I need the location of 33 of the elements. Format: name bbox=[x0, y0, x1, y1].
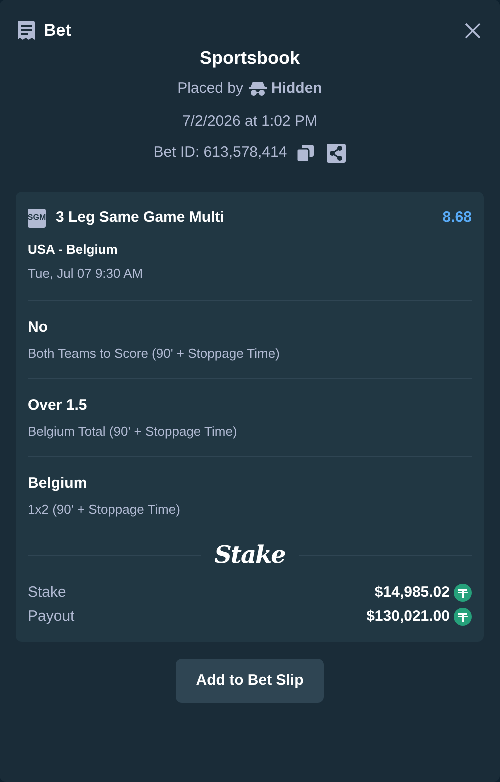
share-icon bbox=[330, 146, 344, 160]
bet-type-title: 3 Leg Same Game Multi bbox=[56, 208, 224, 228]
total-amount: $130,021.00 bbox=[366, 606, 450, 627]
bet-id: Bet ID: 613,578,414 bbox=[154, 142, 288, 163]
leg-market: Both Teams to Score (90' + Stoppage Time) bbox=[28, 345, 281, 363]
leg-selection: No bbox=[28, 318, 49, 338]
event-name: USA - Belgium bbox=[28, 241, 119, 259]
close-icon bbox=[465, 23, 481, 39]
total-label: Stake bbox=[28, 582, 66, 603]
leg-market: 1x2 (90' + Stoppage Time) bbox=[28, 501, 182, 519]
placed-by-label: Placed by bbox=[178, 78, 244, 99]
add-to-bet-slip-button[interactable]: Add to Bet Slip bbox=[176, 659, 324, 703]
copy-button[interactable] bbox=[297, 144, 316, 162]
bet-odds: 8.68 bbox=[442, 208, 472, 228]
leg-market: Belgium Total (90' + Stoppage Time) bbox=[28, 423, 238, 441]
dialog-title: Bet bbox=[44, 20, 72, 42]
event-time: Tue, Jul 07 9:30 AM bbox=[28, 265, 144, 283]
total-label: Payout bbox=[28, 606, 75, 627]
bet-source-title: Sportsbook bbox=[200, 47, 300, 70]
user-name: Hidden bbox=[272, 78, 322, 99]
sgm-badge: SGM bbox=[28, 208, 46, 228]
incognito-icon bbox=[248, 81, 267, 97]
close-button[interactable] bbox=[463, 21, 483, 41]
leg-selection: Belgium bbox=[28, 474, 88, 494]
brand-logo: Stake bbox=[214, 540, 286, 570]
bet-date: 7/2/2026 at 1:02 PM bbox=[182, 112, 318, 132]
total-amount: $14,985.02 bbox=[374, 582, 450, 603]
copy-icon bbox=[297, 144, 314, 162]
tether-coin-icon bbox=[454, 584, 472, 602]
share-button[interactable] bbox=[327, 144, 346, 162]
receipt-icon bbox=[17, 21, 36, 41]
leg-selection: Over 1.5 bbox=[28, 396, 88, 416]
tether-coin-icon bbox=[454, 608, 472, 626]
